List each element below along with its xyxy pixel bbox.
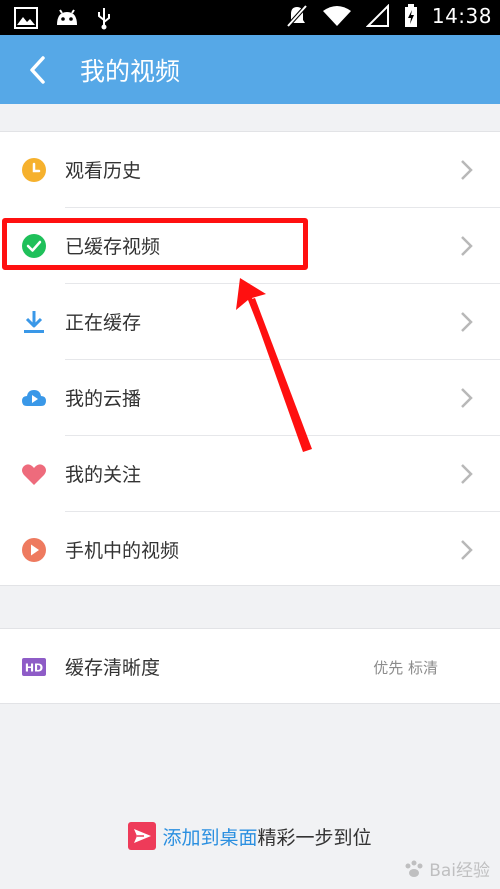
menu-item-caching[interactable]: 正在缓存 xyxy=(0,284,500,360)
menu-item-phone-videos[interactable]: 手机中的视频 xyxy=(0,512,500,588)
cache-quality-label: 缓存清晰度 xyxy=(65,657,161,679)
menu-item-label: 我的云播 xyxy=(65,388,142,410)
menu-item-label: 观看历史 xyxy=(65,160,142,182)
play-circle-icon xyxy=(22,538,46,562)
footer-tagline: 精彩一步到位 xyxy=(257,826,372,849)
settings-group: HD 缓存清晰度 优先 标清 xyxy=(0,628,500,704)
heart-icon xyxy=(22,464,46,485)
chevron-right-icon xyxy=(461,236,473,256)
chevron-right-icon xyxy=(461,312,473,332)
status-clock: 14:38 xyxy=(431,4,492,28)
watermark-text: Bai经验 xyxy=(429,861,490,881)
watermark: Bai经验 xyxy=(403,856,490,881)
download-icon xyxy=(24,311,44,333)
chevron-right-icon xyxy=(461,540,473,560)
menu-item-cached-videos[interactable]: 已缓存视频 xyxy=(0,208,500,284)
app-bar: 我的视频 xyxy=(0,35,500,104)
back-arrow-icon[interactable] xyxy=(24,55,54,85)
hd-badge-text: HD xyxy=(25,662,43,675)
chevron-right-icon xyxy=(461,388,473,408)
battery-icon xyxy=(404,4,417,27)
status-bar: 14:38 xyxy=(0,0,500,35)
menu-item-watch-history[interactable]: 观看历史 xyxy=(0,132,500,208)
signal-icon xyxy=(365,4,389,27)
mute-icon xyxy=(286,4,308,28)
cache-quality-row[interactable]: HD 缓存清晰度 优先 标清 xyxy=(0,629,500,705)
hd-badge-icon: HD xyxy=(22,658,46,676)
android-icon xyxy=(57,9,77,25)
paw-icon xyxy=(405,860,423,877)
send-icon xyxy=(128,822,157,850)
usb-icon xyxy=(98,8,110,30)
menu-item-label: 正在缓存 xyxy=(65,312,142,334)
chevron-right-icon xyxy=(461,160,473,180)
clock-icon xyxy=(22,158,46,182)
page-title: 我的视频 xyxy=(80,57,181,86)
check-circle-icon xyxy=(22,234,46,258)
wifi-icon xyxy=(322,6,351,26)
menu-list: 观看历史 已缓存视频 正在缓存 我的云播 我的关注 手机中的视频 xyxy=(0,131,500,586)
footer-promo: 添加到桌面 精彩一步到位 xyxy=(0,822,500,856)
cache-quality-value: 优先 标清 xyxy=(373,659,438,677)
image-icon xyxy=(14,7,38,29)
menu-item-label: 我的关注 xyxy=(65,464,142,486)
menu-item-label: 手机中的视频 xyxy=(65,540,180,562)
cloud-play-icon xyxy=(22,390,46,406)
menu-item-my-follows[interactable]: 我的关注 xyxy=(0,436,500,512)
menu-item-label: 已缓存视频 xyxy=(65,236,161,258)
chevron-right-icon xyxy=(461,464,473,484)
add-to-desktop-text: 添加到桌面 xyxy=(162,826,258,849)
menu-item-cloud-play[interactable]: 我的云播 xyxy=(0,360,500,436)
add-to-desktop-link[interactable]: 添加到桌面 精彩一步到位 xyxy=(128,822,372,850)
